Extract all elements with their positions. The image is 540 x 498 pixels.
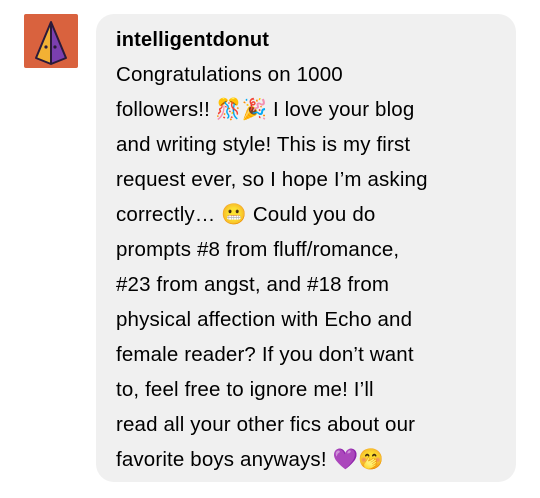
ask-message: Congratulations on 1000 followers!! 🎊🎉 I… xyxy=(116,63,428,471)
username[interactable]: intelligentdonut xyxy=(116,27,496,53)
pyramid-avatar-icon xyxy=(35,21,67,65)
ask-bubble: intelligentdonut Congratulations on 1000… xyxy=(96,14,516,482)
ask-post: intelligentdonut Congratulations on 1000… xyxy=(0,0,540,498)
user-avatar[interactable] xyxy=(24,14,78,68)
